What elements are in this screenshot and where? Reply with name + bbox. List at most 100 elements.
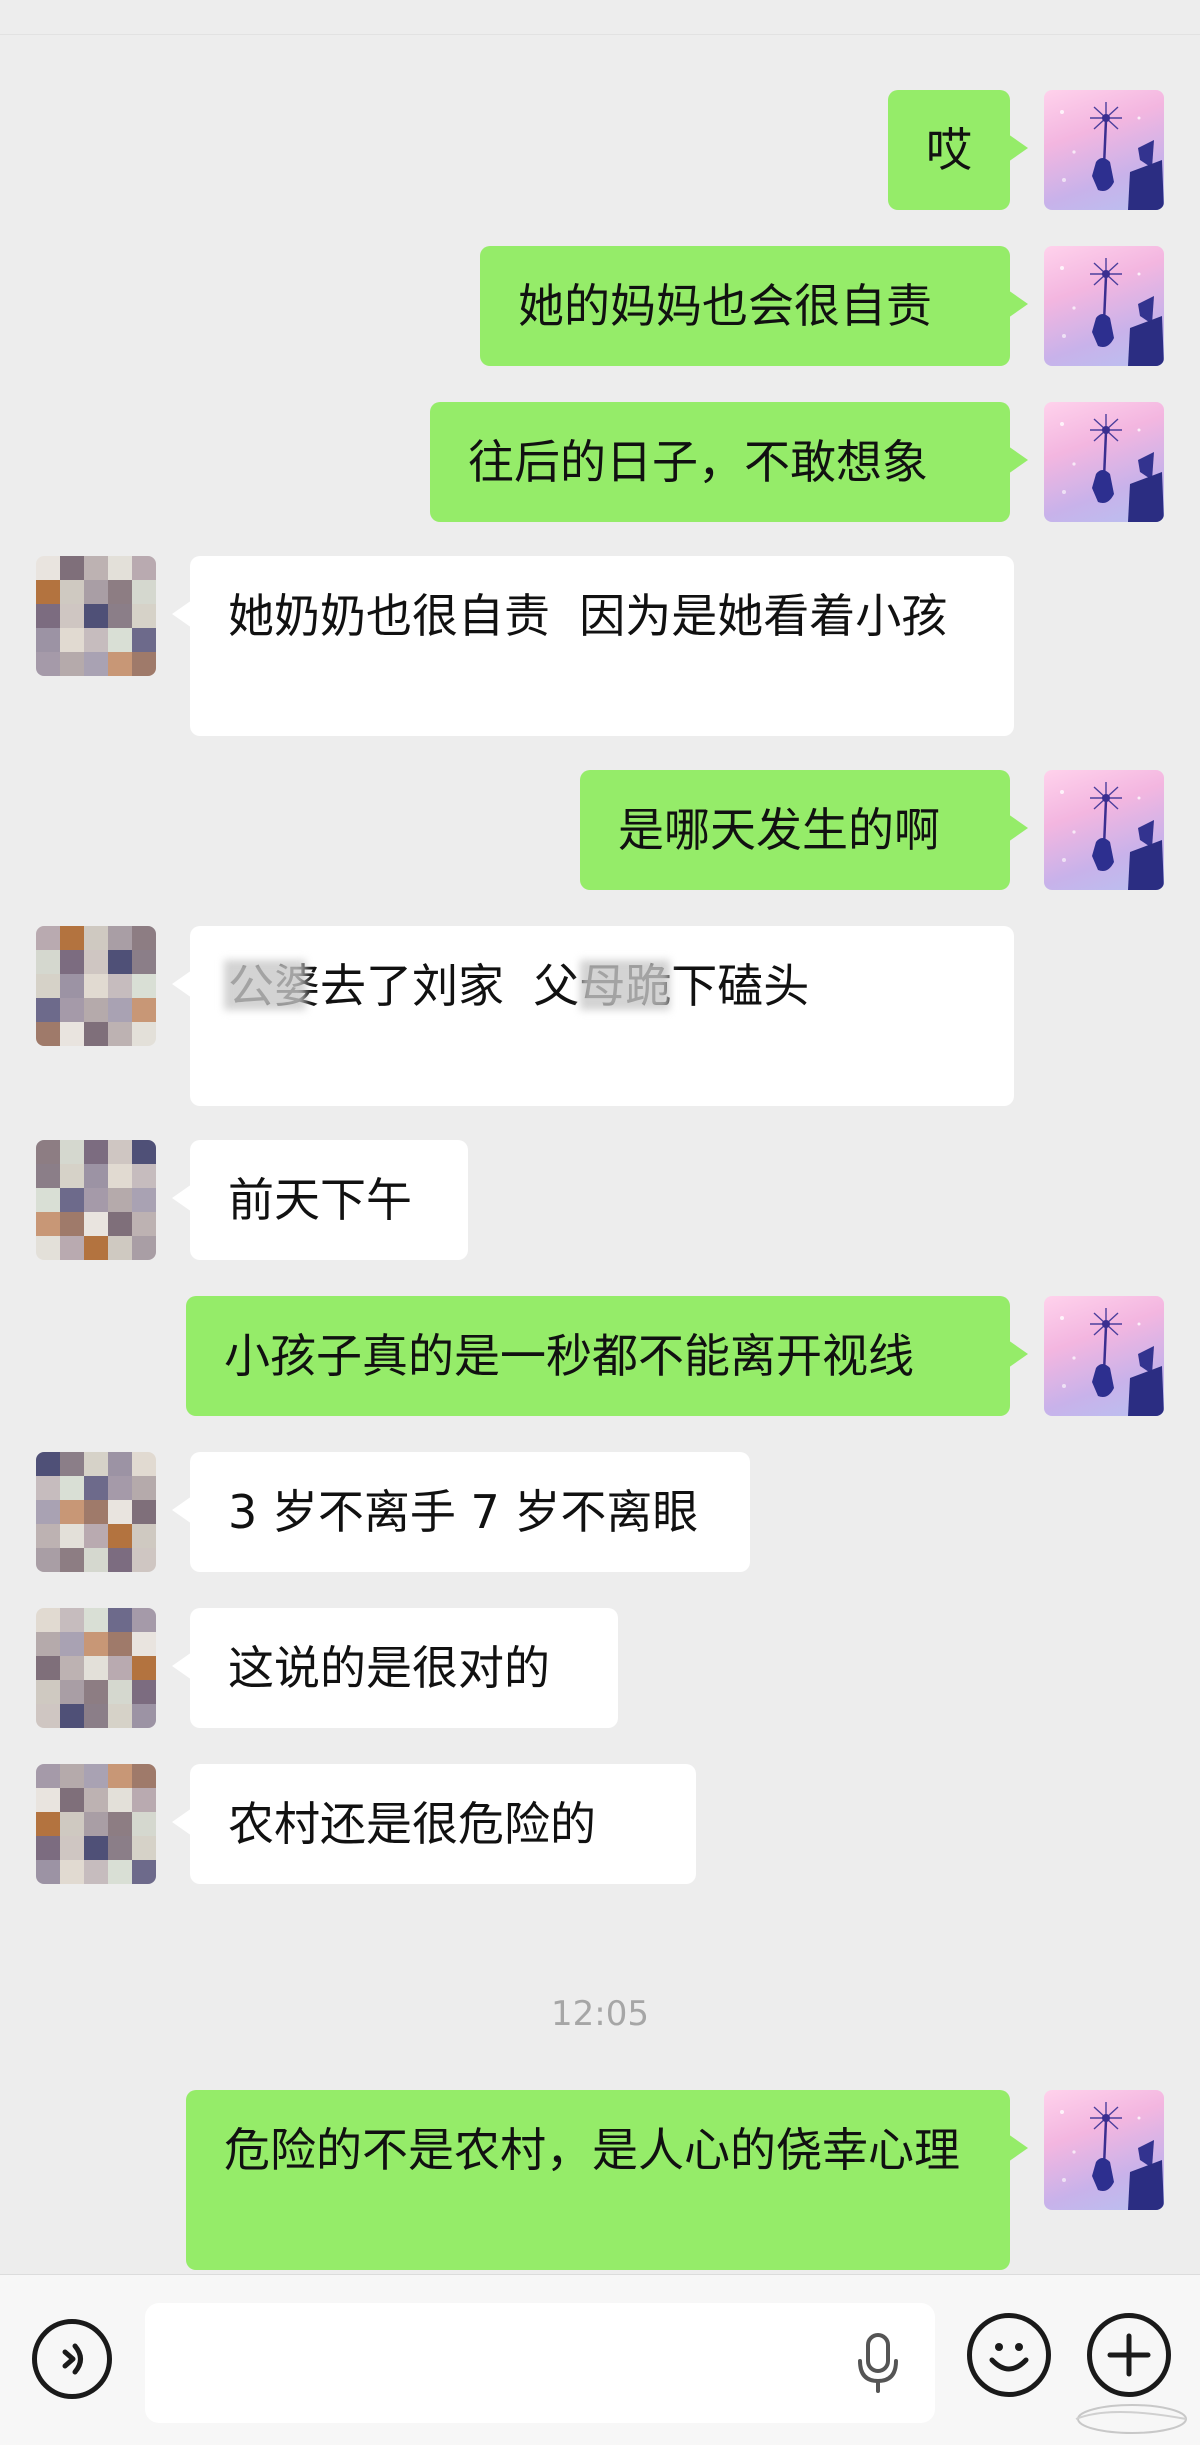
contact-avatar[interactable] [36, 1140, 156, 1260]
mosaic-pixel [108, 604, 132, 628]
mosaic-pixel [36, 1022, 60, 1046]
my-avatar[interactable] [1044, 402, 1164, 522]
mosaic-pixel [36, 1836, 60, 1860]
contact-avatar[interactable] [36, 926, 156, 1046]
message-bubble-other[interactable]: 这说的是很对的 [172, 1608, 618, 1728]
mosaic-pixel [36, 1188, 60, 1212]
mosaic-pixel [36, 628, 60, 652]
message-text: 公婆去了刘家 父母跪下磕头 [228, 959, 810, 1013]
mosaic-pixel [132, 974, 156, 998]
mosaic-pixel [108, 1704, 132, 1728]
mosaic-pixel [84, 926, 108, 950]
mosaic-pixel [108, 1764, 132, 1788]
mosaic-pixel [36, 1236, 60, 1260]
mosaic-pixel [132, 652, 156, 676]
mosaic-pixel [36, 926, 60, 950]
my-avatar[interactable] [1044, 2090, 1164, 2210]
mosaic-pixel [36, 1632, 60, 1656]
message-bubble-other[interactable]: 农村还是很危险的 [172, 1764, 696, 1884]
mosaic-pixel [36, 974, 60, 998]
my-avatar[interactable] [1044, 90, 1164, 210]
dandelion-art [1044, 90, 1164, 210]
chat-area[interactable]: 哎 她的妈妈也会很自责 往后的日子，不敢想象 她奶奶也很自责 因为是她看着小孩 … [0, 34, 1200, 2274]
mosaic-pixel [36, 580, 60, 604]
mosaic-pixel [36, 1548, 60, 1572]
mosaic-pixel [108, 974, 132, 998]
mosaic-pixel-art [36, 1140, 156, 1260]
message-text: 前天下午 [228, 1173, 412, 1227]
mosaic-pixel [60, 556, 84, 580]
mosaic-pixel [84, 1764, 108, 1788]
emoji-icon[interactable] [967, 2313, 1051, 2397]
contact-avatar[interactable] [36, 1608, 156, 1728]
message-row: 她奶奶也很自责 因为是她看着小孩 [0, 556, 1200, 736]
contact-avatar[interactable] [36, 1764, 156, 1884]
mosaic-pixel [36, 1524, 60, 1548]
message-bubble-me[interactable]: 小孩子真的是一秒都不能离开视线 [186, 1296, 1028, 1416]
plus-icon[interactable] [1087, 2313, 1171, 2397]
mosaic-pixel [108, 1656, 132, 1680]
mosaic-pixel [60, 580, 84, 604]
mosaic-pixel [108, 1140, 132, 1164]
mosaic-pixel [108, 1500, 132, 1524]
mosaic-pixel [108, 652, 132, 676]
my-avatar[interactable] [1044, 770, 1164, 890]
mosaic-pixel [84, 580, 108, 604]
mosaic-pixel [108, 1022, 132, 1046]
mosaic-pixel [36, 1680, 60, 1704]
mosaic-pixel [60, 1704, 84, 1728]
mosaic-pixel [60, 1632, 84, 1656]
message-text: 她的妈妈也会很自责 [518, 279, 932, 333]
message-bubble-other[interactable]: 3 岁不离手 7 岁不离眼 [172, 1452, 750, 1572]
contact-avatar[interactable] [36, 556, 156, 676]
mosaic-pixel [60, 1764, 84, 1788]
message-bubble-me[interactable]: 是哪天发生的啊 [580, 770, 1028, 890]
mosaic-pixel [36, 1704, 60, 1728]
mosaic-pixel [132, 1548, 156, 1572]
mosaic-pixel [84, 1140, 108, 1164]
message-bubble-me[interactable]: 她的妈妈也会很自责 [480, 246, 1028, 366]
message-row: 她的妈妈也会很自责 [0, 246, 1200, 366]
mosaic-pixel [84, 1608, 108, 1632]
mosaic-pixel [108, 950, 132, 974]
mosaic-pixel [132, 580, 156, 604]
mosaic-pixel [132, 998, 156, 1022]
mosaic-pixel [36, 998, 60, 1022]
contact-avatar[interactable] [36, 1452, 156, 1572]
mosaic-pixel [84, 974, 108, 998]
mosaic-pixel [84, 1476, 108, 1500]
mosaic-pixel [132, 604, 156, 628]
mosaic-pixel [108, 1608, 132, 1632]
mosaic-pixel [108, 1212, 132, 1236]
mosaic-pixel [132, 1704, 156, 1728]
mosaic-pixel [108, 1236, 132, 1260]
mosaic-pixel [132, 1188, 156, 1212]
my-avatar[interactable] [1044, 246, 1164, 366]
mosaic-pixel [108, 1476, 132, 1500]
dandelion-art [1044, 2090, 1164, 2210]
mosaic-pixel [84, 1632, 108, 1656]
mosaic-pixel [60, 1524, 84, 1548]
message-row: 农村还是很危险的 [0, 1764, 1200, 1884]
message-bubble-me[interactable]: 哎 [888, 90, 1028, 210]
message-bubble-other[interactable]: 她奶奶也很自责 因为是她看着小孩 [172, 556, 1014, 736]
mic-icon[interactable] [855, 2331, 901, 2395]
message-bubble-me[interactable]: 往后的日子，不敢想象 [430, 402, 1028, 522]
my-avatar[interactable] [1044, 1296, 1164, 1416]
mosaic-pixel [132, 1164, 156, 1188]
mosaic-pixel [60, 1476, 84, 1500]
message-bubble-other[interactable]: 前天下午 [172, 1140, 468, 1260]
mosaic-pixel [60, 1860, 84, 1884]
voice-icon[interactable] [32, 2319, 112, 2399]
message-input[interactable] [145, 2303, 935, 2423]
mosaic-pixel [84, 1164, 108, 1188]
message-bubble-me[interactable]: 危险的不是农村，是人心的侥幸心理 [186, 2090, 1028, 2270]
mosaic-pixel [132, 1608, 156, 1632]
message-bubble-other[interactable]: 公婆去了刘家 父母跪下磕头 [172, 926, 1014, 1106]
mosaic-pixel [36, 604, 60, 628]
message-text: 是哪天发生的啊 [618, 803, 940, 857]
mosaic-pixel [60, 1788, 84, 1812]
mosaic-pixel [84, 1500, 108, 1524]
message-text: 往后的日子，不敢想象 [468, 435, 928, 489]
mosaic-pixel [108, 1188, 132, 1212]
